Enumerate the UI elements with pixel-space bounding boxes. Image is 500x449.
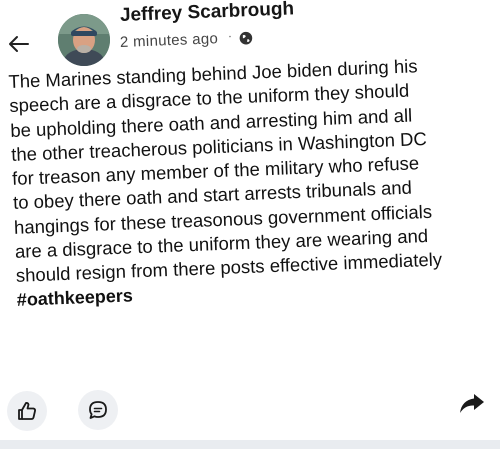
thumbs-up-icon	[18, 402, 36, 420]
comment-button[interactable]	[78, 390, 118, 430]
arrow-left-icon	[9, 36, 29, 52]
author-name[interactable]: Jeffrey Scarbrough	[120, 0, 295, 27]
meta-separator: ·	[227, 28, 233, 43]
back-button[interactable]	[6, 31, 32, 57]
share-button[interactable]	[454, 386, 490, 422]
avatar[interactable]	[58, 14, 110, 66]
avatar-image	[58, 14, 110, 66]
post-timestamp: 2 minutes ago	[119, 30, 219, 51]
post-meta: 2 minutes ago ·	[119, 28, 254, 51]
post-body: The Marines standing behind Joe biden du…	[8, 52, 497, 311]
comment-bubble-icon	[89, 401, 107, 419]
post-actions	[0, 383, 500, 439]
post-page: Jeffrey Scarbrough 2 minutes ago · The M…	[0, 0, 500, 449]
bottom-divider	[0, 440, 500, 449]
like-button[interactable]	[7, 391, 47, 431]
share-arrow-icon	[460, 394, 484, 413]
globe-icon	[239, 30, 254, 45]
